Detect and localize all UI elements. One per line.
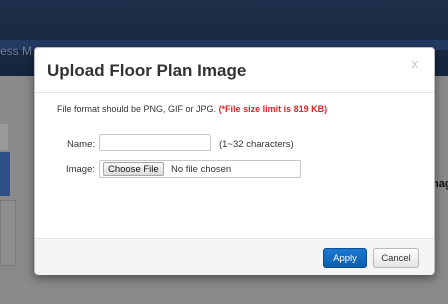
name-input[interactable]: [99, 134, 211, 151]
name-length-hint: (1~32 characters): [219, 139, 294, 150]
app-title: ess M: [0, 44, 33, 58]
background-panel: [0, 124, 8, 150]
image-label: Image:: [65, 164, 95, 175]
dialog-header: Upload Floor Plan Image x: [35, 48, 434, 93]
dialog-footer: Apply Cancel: [35, 238, 434, 275]
name-label: Name:: [67, 139, 95, 150]
choose-file-button[interactable]: Choose File: [103, 162, 164, 176]
close-icon[interactable]: x: [412, 56, 419, 71]
file-format-text: File format should be PNG, GIF or JPG.: [57, 104, 219, 114]
cancel-button[interactable]: Cancel: [373, 248, 419, 268]
file-format-note: File format should be PNG, GIF or JPG. (…: [57, 104, 327, 114]
dialog-title: Upload Floor Plan Image: [47, 61, 247, 80]
file-size-warning: (*File size limit is 819 KB): [218, 104, 328, 114]
apply-button[interactable]: Apply: [323, 248, 367, 268]
file-status-text: No file chosen: [171, 164, 232, 175]
upload-floor-plan-dialog: Upload Floor Plan Image x File format sh…: [34, 47, 435, 275]
background-panel: [0, 200, 16, 266]
background-nav-button: [0, 152, 10, 196]
